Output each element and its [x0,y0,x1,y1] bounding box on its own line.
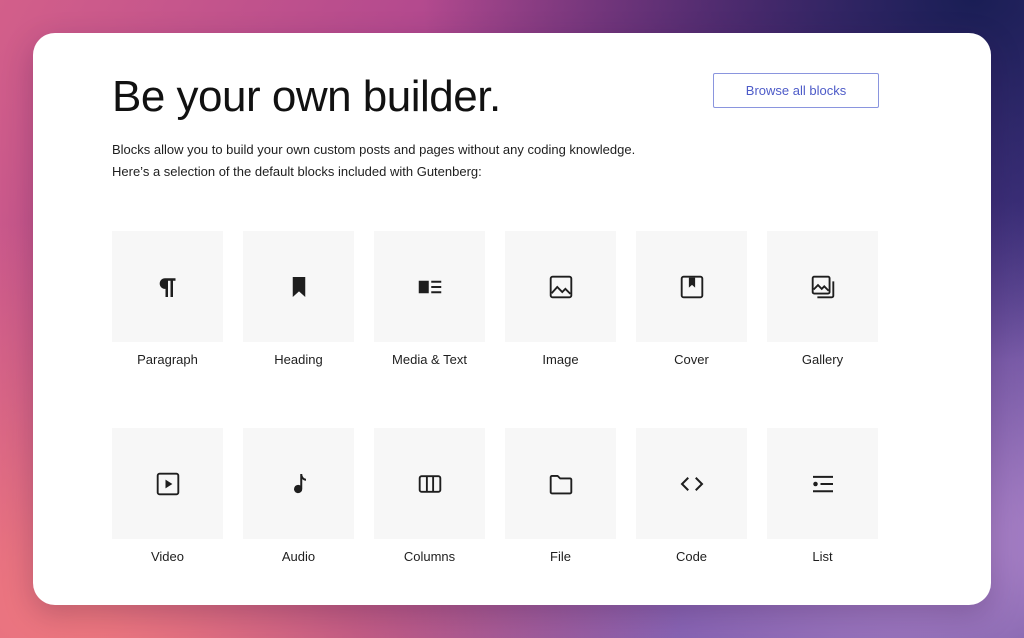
block-tile [767,231,878,342]
intro-line: Blocks allow you to build your own custo… [112,142,636,157]
block-label: Gallery [801,352,844,367]
block-code[interactable]: Code [636,428,747,565]
block-label: Image [542,352,579,367]
block-tile [374,231,485,342]
block-tile [243,428,354,539]
block-label: Audio [281,549,316,564]
block-label: File [550,549,571,564]
intro-line: Here’s a selection of the default blocks… [112,164,482,179]
columns-icon [418,474,441,493]
block-paragraph[interactable]: Paragraph [112,231,223,368]
block-image[interactable]: Image [505,231,616,368]
block-label: Paragraph [137,352,198,367]
block-tile [112,231,223,342]
block-media-text[interactable]: Media & Text [374,231,485,368]
code-icon [680,476,703,491]
block-tile [636,231,747,342]
block-tile [374,428,485,539]
block-label: Columns [403,549,456,564]
block-label: Cover [674,352,709,367]
block-gallery[interactable]: Gallery [767,231,878,368]
block-list[interactable]: List [767,428,878,565]
folder-icon [549,474,572,494]
block-tile [636,428,747,539]
block-tile [112,428,223,539]
block-video[interactable]: Video [112,428,223,565]
block-label: Media & Text [392,352,467,367]
video-icon [156,472,179,495]
intro-text: Blocks allow you to build your own custo… [112,139,712,183]
block-label: Video [150,549,184,564]
block-audio[interactable]: Audio [243,428,354,565]
browse-all-blocks-button[interactable]: Browse all blocks [713,73,879,108]
block-tile [505,231,616,342]
block-file[interactable]: File [505,428,616,565]
media-text-icon [418,280,441,293]
gallery-icon [811,275,834,298]
block-heading[interactable]: Heading [243,231,354,368]
cover-icon [680,275,703,298]
block-columns[interactable]: Columns [374,428,485,565]
block-cover[interactable]: Cover [636,231,747,368]
block-tile [505,428,616,539]
block-tile [243,231,354,342]
block-tile [767,428,878,539]
block-label: Code [675,549,708,564]
block-label: List [812,549,833,564]
music-note-icon [293,473,306,493]
list-icon [812,475,833,492]
blocks-grid: Paragraph Heading Media & Text Image Cov… [112,231,882,565]
page-title: Be your own builder. [112,72,501,121]
image-icon [549,275,572,298]
block-label: Heading [274,352,323,367]
paragraph-icon [159,277,175,297]
bookmark-icon [292,276,305,297]
blocks-card: Be your own builder. Browse all blocks B… [33,33,991,605]
